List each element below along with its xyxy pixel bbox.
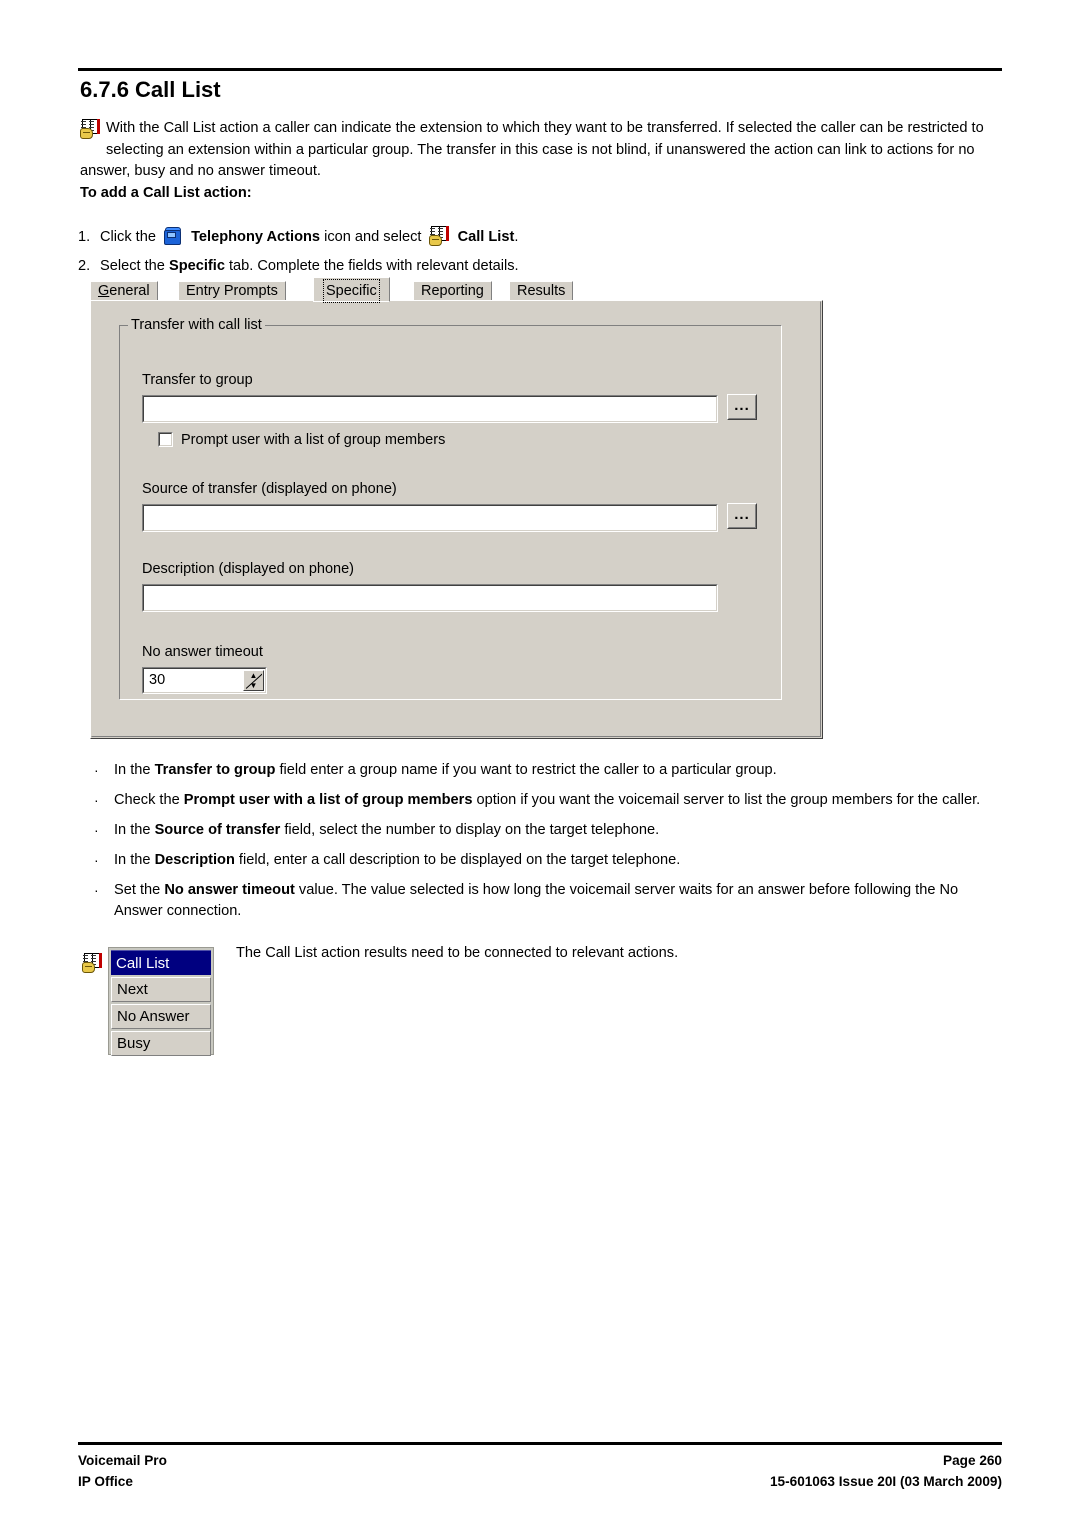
call-list-action-icon xyxy=(82,953,106,977)
bullet-text-3b: Description xyxy=(154,852,235,868)
list-item: · In the Source of transfer field, selec… xyxy=(88,820,1008,841)
no-answer-timeout-spinner[interactable]: 30 ▲ ▼ xyxy=(142,667,267,694)
tab-specific-label: Specific xyxy=(323,279,380,303)
tab-reporting[interactable]: Reporting xyxy=(413,281,492,302)
tab-strip: General Entry Prompts Specific Reporting… xyxy=(90,277,823,303)
step-2-text-after: tab. Complete the fields with relevant d… xyxy=(229,258,519,274)
prompt-user-checkbox-label: Prompt user with a list of group members xyxy=(181,432,446,448)
group-title: Transfer with call list xyxy=(128,317,265,333)
bullet-text-1a: Check the xyxy=(114,792,184,808)
page-footer: Voicemail Pro Page 260 IP Office 15-6010… xyxy=(78,1450,1002,1492)
step-2-text-before: Select the xyxy=(100,258,165,274)
transfer-to-group-input[interactable] xyxy=(142,395,718,423)
browse-dots-2: ... xyxy=(734,506,750,523)
list-item: · Check the Prompt user with a list of g… xyxy=(88,790,1008,811)
telephony-actions-icon[interactable] xyxy=(163,227,184,247)
intro-text: With the Call List action a caller can i… xyxy=(80,120,984,179)
prompt-user-checkbox[interactable] xyxy=(158,432,173,447)
spinner-up-icon[interactable]: ▲ xyxy=(244,671,263,680)
action-widget-caption: The Call List action results need to be … xyxy=(236,945,679,961)
list-item: · Set the No answer timeout value. The v… xyxy=(88,880,1008,922)
bullet-text-1b: Prompt user with a list of group members xyxy=(183,792,473,808)
bullet-text-2a: In the xyxy=(114,822,155,838)
list-item: · In the Description field, enter a call… xyxy=(88,850,1008,871)
no-answer-timeout-label: No answer timeout xyxy=(142,644,263,660)
footer-document-id: 15-601063 Issue 20I (03 March 2009) xyxy=(769,1474,1002,1489)
bullet-marker: · xyxy=(94,822,99,838)
page-title: 6.7.6 Call List xyxy=(80,77,221,102)
bullet-marker: · xyxy=(94,852,99,868)
telephony-actions-label: Telephony Actions xyxy=(191,228,321,245)
step-1-text-end: . xyxy=(514,228,519,245)
procedure-heading: To add a Call List action: xyxy=(80,185,252,201)
step-1: 1. Click the Telephony Actions icon and s… xyxy=(78,226,518,248)
spinner-down-icon[interactable]: ▼ xyxy=(244,681,263,690)
tab-general[interactable]: General xyxy=(90,281,158,302)
tab-general-label-rest: eneral xyxy=(109,283,150,299)
step-2-number: 2. xyxy=(78,258,91,274)
tab-results[interactable]: Results xyxy=(509,281,574,302)
call-list-menu-icon[interactable] xyxy=(428,226,451,248)
bullet-text-1c: option if you want the voicemail server … xyxy=(472,792,981,808)
step-2: 2. Select the Specific tab. Complete the … xyxy=(78,256,519,276)
bullet-text-3a: In the xyxy=(114,852,155,868)
list-item: · In the Transfer to group field enter a… xyxy=(88,760,1008,781)
bullet-text-0a: In the xyxy=(114,762,155,778)
tab-reporting-label: Reporting xyxy=(421,283,484,299)
bullet-text-2b: Source of transfer xyxy=(154,822,281,838)
footer-product-name: Voicemail Pro xyxy=(78,1453,167,1468)
bullet-text-0b: Transfer to group xyxy=(154,762,276,778)
source-of-transfer-browse-button[interactable]: ... xyxy=(727,503,757,529)
footer-page-number: Page 260 xyxy=(943,1453,1002,1468)
bullet-text-2c: field, select the number to display on t… xyxy=(280,822,660,838)
action-result-busy[interactable]: Busy xyxy=(111,1031,211,1056)
bullet-marker: · xyxy=(94,792,99,808)
bullet-list: · In the Transfer to group field enter a… xyxy=(88,760,1008,931)
tab-results-label: Results xyxy=(517,283,566,299)
footer-rule xyxy=(78,1442,1002,1445)
transfer-to-group-label: Transfer to group xyxy=(142,372,253,388)
specific-tab-label: Specific xyxy=(168,258,225,274)
transfer-to-group-browse-button[interactable]: ... xyxy=(727,394,757,420)
action-result-next[interactable]: Next xyxy=(111,977,211,1002)
step-1-text-before: Click the xyxy=(100,228,156,245)
action-result-no-answer[interactable]: No Answer xyxy=(111,1004,211,1029)
spinner-buttons[interactable]: ▲ ▼ xyxy=(243,670,264,691)
footer-platform-name: IP Office xyxy=(78,1474,133,1489)
header-rule xyxy=(78,68,1002,71)
description-input[interactable] xyxy=(142,584,718,612)
action-box-title: Call List xyxy=(111,950,211,975)
call-list-label: Call List xyxy=(457,228,515,245)
source-of-transfer-input[interactable] xyxy=(142,504,718,532)
bullet-text-4b: No answer timeout xyxy=(164,882,295,898)
step-1-text-middle: icon and select xyxy=(324,228,422,245)
no-answer-timeout-value: 30 xyxy=(149,672,166,688)
tab-entry-prompts[interactable]: Entry Prompts xyxy=(178,281,286,302)
document-page: 6.7.6 Call List With the Call List actio… xyxy=(0,0,1080,1528)
description-label: Description (displayed on phone) xyxy=(142,561,354,577)
bullet-text-3c: field, enter a call description to be di… xyxy=(234,852,681,868)
action-box[interactable]: Call List Next No Answer Busy xyxy=(108,947,214,1056)
browse-dots-1: ... xyxy=(734,397,750,414)
bullet-marker: · xyxy=(94,882,99,898)
bullet-text-0c: field enter a group name if you want to … xyxy=(275,762,777,778)
tab-entry-prompts-label: Entry Prompts xyxy=(186,283,278,299)
source-of-transfer-label: Source of transfer (displayed on phone) xyxy=(142,481,397,497)
tab-specific[interactable]: Specific xyxy=(313,277,390,303)
call-list-action-widget: Call List Next No Answer Busy xyxy=(82,947,214,1057)
bullet-marker: · xyxy=(94,762,99,778)
call-list-icon xyxy=(80,119,102,141)
step-1-number: 1. xyxy=(78,228,91,245)
bullet-text-4a: Set the xyxy=(114,882,165,898)
transfer-with-call-list-group: Transfer with call list Transfer to grou… xyxy=(119,317,782,700)
intro-paragraph: With the Call List action a caller can i… xyxy=(80,118,1004,183)
specific-tab-dialog: General Entry Prompts Specific Reporting… xyxy=(90,277,823,739)
prompt-user-checkbox-row[interactable]: Prompt user with a list of group members xyxy=(158,432,445,448)
tab-panel: Transfer with call list Transfer to grou… xyxy=(90,300,823,739)
